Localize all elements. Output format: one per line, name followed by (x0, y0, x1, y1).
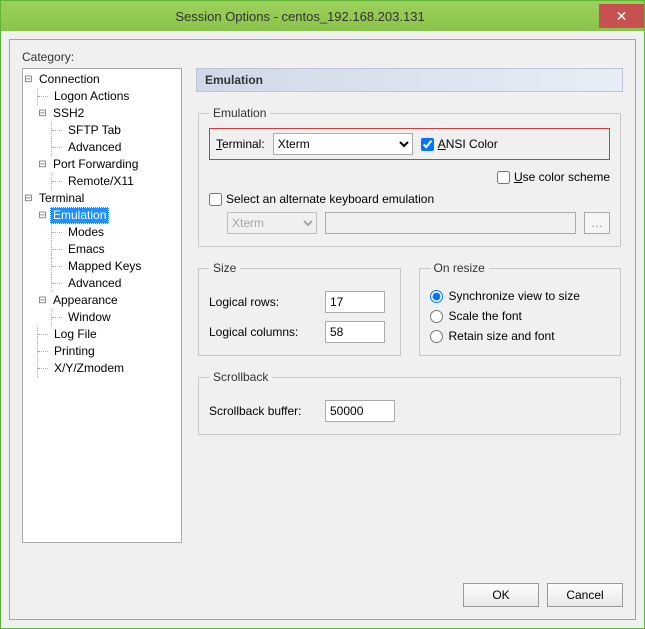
session-options-window: Session Options - centos_192.168.203.131… (0, 0, 645, 629)
tree-mapped-keys[interactable]: Mapped Keys (65, 258, 144, 275)
size-group: Size Logical rows: Logical columns: (198, 261, 401, 356)
resize-legend: On resize (430, 261, 489, 275)
resize-scale-label: Scale the font (449, 309, 522, 323)
resize-retain-label: Retain size and font (449, 329, 555, 343)
tree-collapse-icon[interactable]: ⊟ (23, 190, 34, 207)
settings-panel: Emulation Emulation Terminal: Xterm ANSI… (196, 68, 623, 571)
terminal-select[interactable]: Xterm (273, 133, 413, 155)
tree-xyzmodem[interactable]: X/Y/Zmodem (51, 360, 127, 377)
tree-collapse-icon[interactable]: ⊟ (37, 207, 48, 224)
emulation-legend: Emulation (209, 106, 270, 120)
tree-emacs[interactable]: Emacs (65, 241, 108, 258)
terminal-highlight-row: Terminal: Xterm ANSI Color (209, 128, 610, 160)
ansi-color-checkbox[interactable]: ANSI Color (421, 137, 498, 151)
dialog-body: Category: ⊟Connection Logon Actions ⊟SSH… (9, 39, 636, 620)
tree-emulation[interactable]: Emulation (50, 207, 109, 224)
tree-terminal[interactable]: Terminal (36, 190, 87, 207)
emulation-group: Emulation Terminal: Xterm ANSI Color (198, 106, 621, 247)
tree-logon-actions[interactable]: Logon Actions (51, 88, 132, 105)
category-label: Category: (22, 50, 623, 64)
logical-cols-input[interactable] (325, 321, 385, 343)
terminal-label: Terminal: (216, 137, 265, 151)
alt-keyboard-select: Xterm (227, 212, 317, 234)
tree-collapse-icon[interactable]: ⊟ (37, 292, 48, 309)
resize-scale-radio[interactable] (430, 310, 443, 323)
alt-keyboard-path (325, 212, 576, 234)
tree-collapse-icon[interactable]: ⊟ (37, 105, 48, 122)
tree-collapse-icon[interactable]: ⊟ (37, 156, 48, 173)
category-tree[interactable]: ⊟Connection Logon Actions ⊟SSH2 SFTP Tab… (22, 68, 182, 543)
ansi-color-input[interactable] (421, 138, 434, 151)
logical-cols-label: Logical columns: (209, 325, 319, 339)
tree-remote-x11[interactable]: Remote/X11 (65, 173, 137, 190)
resize-sync-radio[interactable] (430, 290, 443, 303)
scrollback-input[interactable] (325, 400, 395, 422)
tree-connection[interactable]: Connection (36, 71, 103, 88)
titlebar: Session Options - centos_192.168.203.131… (1, 1, 644, 31)
tree-collapse-icon[interactable]: ⊟ (23, 71, 34, 88)
use-color-scheme-checkbox[interactable]: Use color scheme (497, 170, 610, 184)
dialog-footer: OK Cancel (22, 571, 623, 607)
close-button[interactable]: ✕ (599, 4, 644, 28)
tree-appearance[interactable]: Appearance (50, 292, 121, 309)
alt-keyboard-checkbox[interactable]: Select an alternate keyboard emulation (209, 192, 434, 206)
cancel-button[interactable]: Cancel (547, 583, 623, 607)
logical-rows-input[interactable] (325, 291, 385, 313)
resize-retain-radio[interactable] (430, 330, 443, 343)
logical-rows-label: Logical rows: (209, 295, 319, 309)
alt-keyboard-input[interactable] (209, 193, 222, 206)
tree-window[interactable]: Window (65, 309, 114, 326)
tree-emu-advanced[interactable]: Advanced (65, 275, 124, 292)
browse-button: … (584, 212, 610, 234)
tree-port-forwarding[interactable]: Port Forwarding (50, 156, 141, 173)
close-icon: ✕ (616, 8, 628, 25)
window-title: Session Options - centos_192.168.203.131 (1, 9, 599, 24)
tree-printing[interactable]: Printing (51, 343, 98, 360)
ellipsis-icon: … (591, 216, 603, 230)
scrollback-legend: Scrollback (209, 370, 272, 384)
resize-sync-label: Synchronize view to size (449, 289, 580, 303)
use-color-scheme-input[interactable] (497, 171, 510, 184)
tree-modes[interactable]: Modes (65, 224, 107, 241)
tree-ssh2[interactable]: SSH2 (50, 105, 87, 122)
scrollback-group: Scrollback Scrollback buffer: (198, 370, 621, 435)
panel-title: Emulation (196, 68, 623, 92)
tree-log-file[interactable]: Log File (51, 326, 100, 343)
tree-sftp-tab[interactable]: SFTP Tab (65, 122, 124, 139)
scrollback-label: Scrollback buffer: (209, 404, 319, 418)
resize-group: On resize Synchronize view to size Scale… (419, 261, 622, 356)
size-legend: Size (209, 261, 240, 275)
ok-button[interactable]: OK (463, 583, 539, 607)
tree-ssh2-advanced[interactable]: Advanced (65, 139, 124, 156)
